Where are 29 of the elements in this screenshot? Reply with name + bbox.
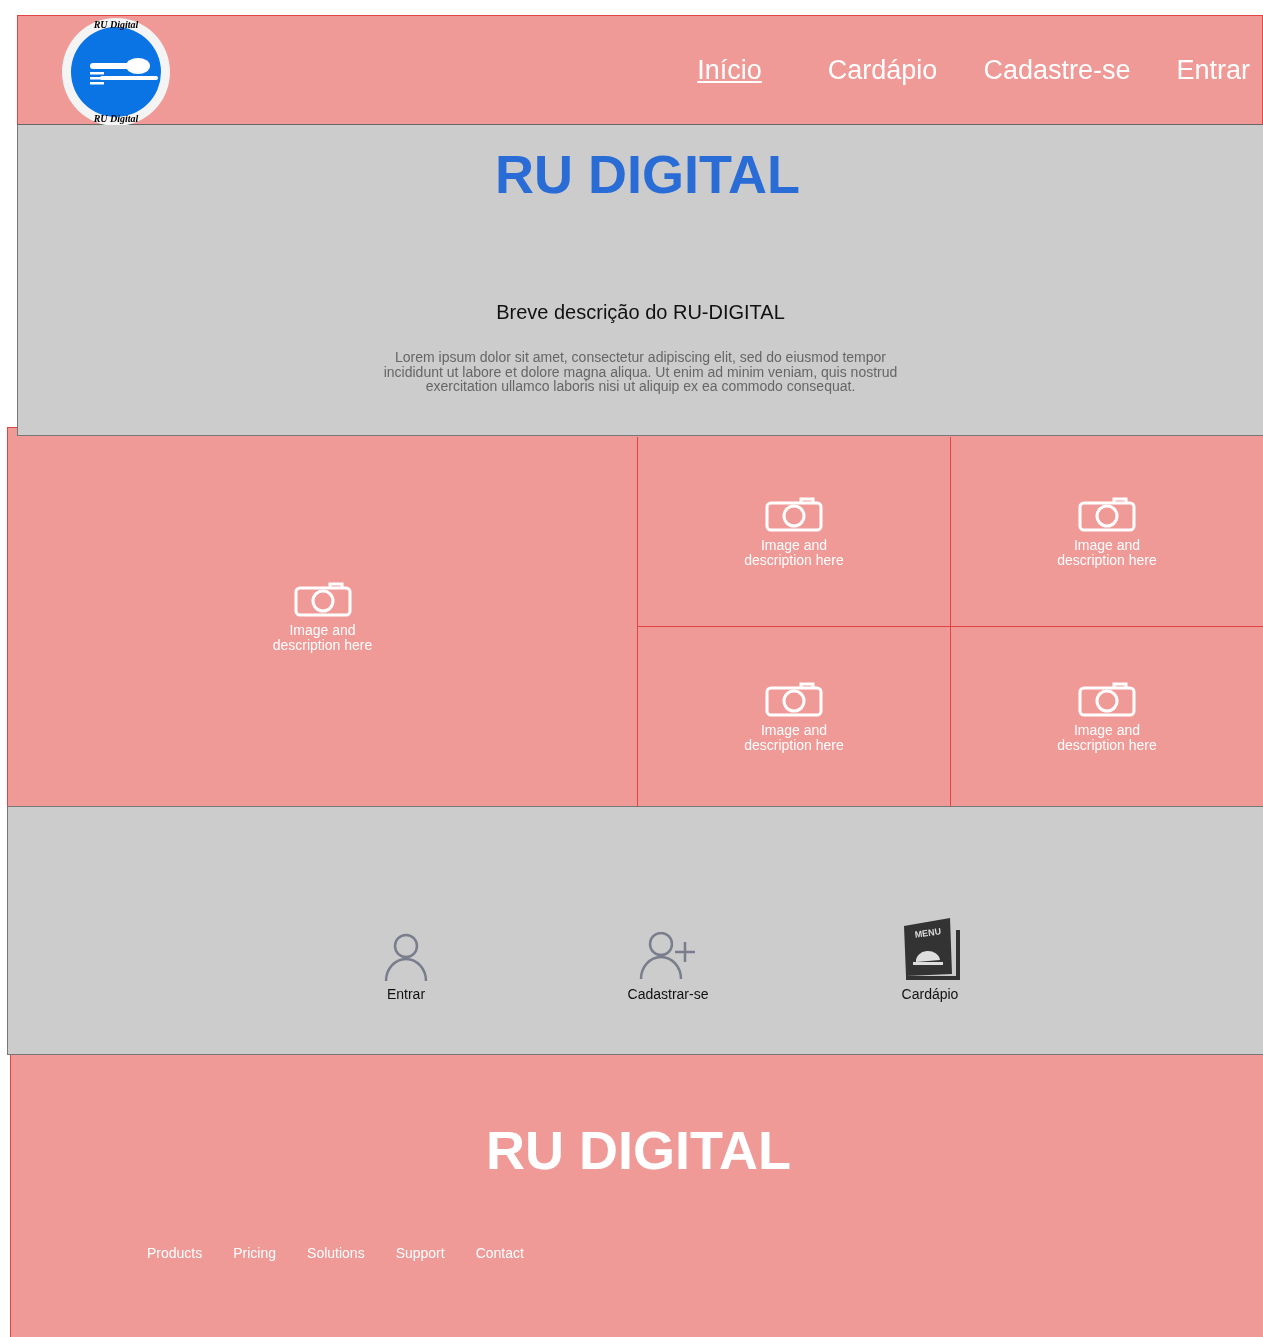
footer-link[interactable]: Contact xyxy=(475,1245,524,1261)
image-caption: Image and description here xyxy=(744,537,844,568)
footer-link[interactable]: Solutions xyxy=(307,1245,365,1261)
footer-title: RU DIGITAL xyxy=(486,1119,791,1181)
feature-link[interactable]: Cadastrar-se xyxy=(620,932,716,1002)
add-user-icon xyxy=(639,932,697,982)
image-caption: Image and description here xyxy=(1057,722,1157,753)
nav-link[interactable]: Entrar xyxy=(1158,54,1262,86)
hero-subtitle: Breve descrição do RU-DIGITAL xyxy=(496,301,785,324)
camera-icon xyxy=(293,580,352,617)
image-caption: Image and description here xyxy=(744,722,844,753)
user-icon xyxy=(384,932,428,982)
camera-icon xyxy=(765,680,823,717)
logo-icon: RU Digital RU Digital xyxy=(60,18,172,126)
image-caption: Image and description here xyxy=(272,622,373,653)
image-caption: Image and description here xyxy=(1057,537,1157,568)
footer-link[interactable]: Support xyxy=(395,1245,445,1261)
camera-icon xyxy=(1078,680,1136,717)
feature-link[interactable]: Entrar xyxy=(358,932,454,1002)
hero-description: Lorem ipsum dolor sit amet, consectetur adipiscing elit, sed do eiusmod tempor incididunt ut labore et dolore magna aliqua. Ut enim ad minim veniam, quis nostrud exercitation ullamco laboris nisi ut aliquip ex ea commodo consequat. xyxy=(382,350,899,394)
hero-title: RU DIGITAL xyxy=(495,143,800,205)
camera-icon xyxy=(1078,495,1136,532)
nav-link[interactable]: Cardápio xyxy=(809,54,956,86)
footer-link[interactable]: Pricing xyxy=(233,1245,277,1261)
nav-link[interactable]: Início xyxy=(679,54,780,86)
feature-link[interactable]: MENU Cardápio xyxy=(882,918,978,1002)
nav-link[interactable]: Cadastre-se xyxy=(965,54,1149,86)
footer-link[interactable]: Products xyxy=(147,1245,203,1261)
camera-icon xyxy=(765,495,823,532)
